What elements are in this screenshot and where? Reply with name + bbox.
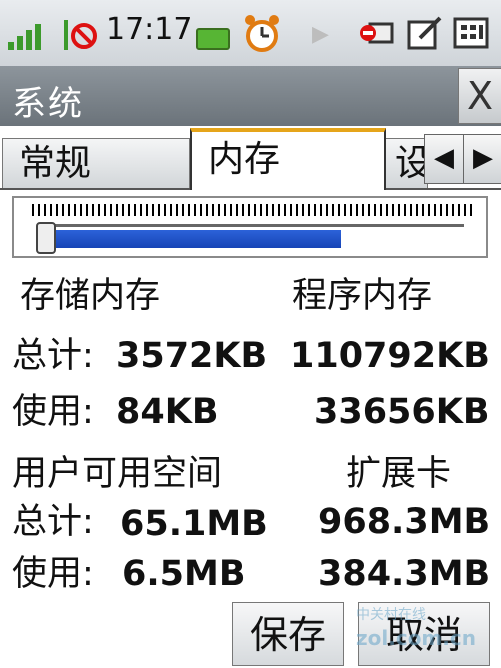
storage-memory-header: 存储内存	[20, 276, 161, 316]
signal-strength-icon	[8, 22, 50, 50]
tab-memory[interactable]: 内存	[190, 128, 386, 190]
storage-total-label: 总计:	[12, 336, 94, 376]
battery-icon	[196, 28, 230, 50]
volume-muted-icon[interactable]	[358, 14, 396, 52]
edit-note-icon[interactable]	[406, 14, 444, 52]
tab-general[interactable]: 常规	[2, 138, 190, 188]
storage-used-value: 84KB	[116, 392, 219, 432]
memory-allocation-slider[interactable]	[12, 196, 488, 258]
program-total-value: 110792KB	[290, 336, 490, 376]
storage-used-label: 使用:	[12, 392, 94, 432]
program-used-value: 33656KB	[314, 392, 490, 432]
no-service-antenna-icon	[58, 14, 98, 54]
user-used-label: 使用:	[12, 554, 94, 594]
tab-settings[interactable]: 设	[384, 138, 428, 188]
card-used-value: 384.3MB	[318, 554, 491, 594]
window-title: 系统	[12, 84, 84, 124]
slider-fill	[54, 230, 341, 248]
slider-thumb[interactable]	[36, 222, 56, 254]
slider-track	[44, 224, 464, 227]
user-space-header: 用户可用空间	[12, 454, 223, 494]
user-total-value: 65.1MB	[120, 504, 268, 544]
alarm-clock-icon	[243, 12, 281, 54]
status-time: 17:17	[106, 12, 193, 47]
slider-ticks	[32, 204, 472, 216]
expand-arrow-icon[interactable]: ▶	[312, 22, 329, 47]
storage-card-header: 扩展卡	[346, 454, 452, 494]
watermark-subtext: zol.com.cn	[356, 626, 476, 650]
storage-total-value: 3572KB	[116, 336, 268, 376]
tab-next-button[interactable]: ▶	[463, 134, 501, 184]
card-total-value: 968.3MB	[318, 502, 491, 542]
save-button[interactable]: 保存	[232, 602, 344, 666]
user-total-label: 总计:	[12, 502, 94, 542]
program-memory-header: 程序内存	[292, 276, 433, 316]
status-bar: 17:17 ▶	[0, 0, 501, 67]
window-title-bar: 系统	[0, 66, 501, 126]
close-button[interactable]: X	[458, 68, 501, 124]
watermark-text: 中关村在线	[356, 607, 426, 623]
keyboard-icon[interactable]	[452, 14, 490, 52]
tab-prev-button[interactable]: ◀	[424, 134, 464, 184]
user-used-value: 6.5MB	[122, 554, 246, 594]
